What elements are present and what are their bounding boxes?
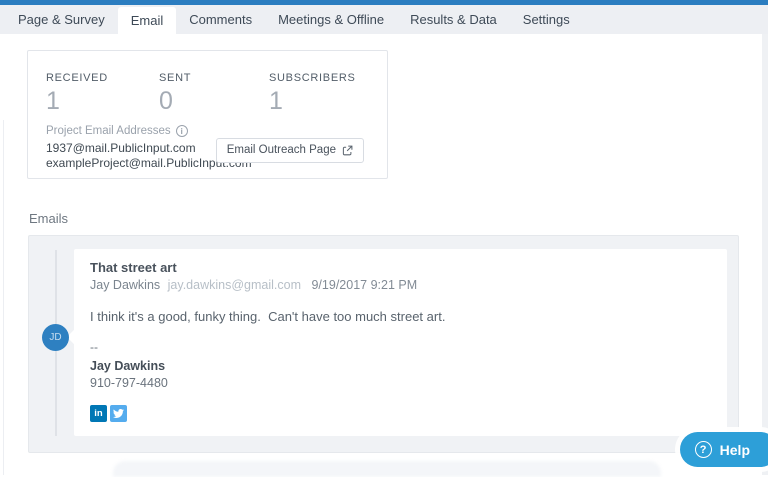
tab-page-survey[interactable]: Page & Survey — [5, 5, 118, 34]
stat-subscribers-label: SUBSCRIBERS — [269, 72, 356, 84]
twitter-icon[interactable] — [110, 405, 127, 422]
linkedin-icon[interactable]: in — [90, 405, 107, 422]
info-icon[interactable]: i — [175, 125, 188, 137]
signature-phone: 910-797-4480 — [90, 376, 168, 390]
email-timestamp: 9/19/2017 9:21 PM — [311, 278, 418, 292]
signature-social-links: in — [90, 405, 711, 422]
page-left-edge — [3, 120, 4, 475]
help-button[interactable]: ? Help — [679, 432, 768, 467]
stat-sent: SENT 0 — [159, 72, 269, 114]
stat-received-label: RECEIVED — [46, 72, 108, 84]
sender-name: Jay Dawkins — [90, 278, 161, 292]
sender-email: jay.dawkins@gmail.com — [167, 278, 301, 292]
stat-received-value: 1 — [46, 87, 60, 115]
stat-subscribers: SUBSCRIBERS 1 — [269, 72, 387, 114]
email-outreach-page-label: Email Outreach Page — [226, 144, 336, 156]
stat-sent-label: SENT — [159, 72, 192, 84]
stats-row: RECEIVED 1 SENT 0 SUBSCRIBERS 1 — [28, 51, 387, 114]
tab-meetings-offline[interactable]: Meetings & Offline — [265, 5, 397, 34]
tab-results-data[interactable]: Results & Data — [397, 5, 510, 34]
signature-divider: -- — [90, 340, 98, 354]
email-subject: That street art — [90, 260, 177, 275]
question-icon: ? — [694, 441, 712, 458]
avatar: JD — [42, 324, 69, 351]
signature-name: Jay Dawkins — [90, 359, 166, 373]
project-email-addresses-label: Project Email Addresses i — [46, 125, 252, 137]
page-right-edge — [762, 34, 768, 475]
email-from-line: Jay Dawkins jay.dawkins@gmail.com 9/19/2… — [90, 278, 711, 292]
external-link-icon — [342, 145, 353, 156]
tab-email[interactable]: Email — [117, 7, 177, 34]
email-body: I think it's a good, funky thing. Can't … — [90, 309, 446, 324]
stat-sent-value: 0 — [159, 87, 173, 115]
email-outreach-page-button[interactable]: Email Outreach Page — [215, 138, 364, 163]
help-button-label: Help — [719, 441, 750, 458]
stat-subscribers-value: 1 — [269, 87, 283, 115]
email-stats-card: RECEIVED 1 SENT 0 SUBSCRIBERS 1 Project … — [27, 50, 388, 179]
emails-list: JD That street art Jay Dawkins jay.dawki… — [28, 235, 739, 453]
emails-section-title: Emails — [29, 211, 69, 226]
tab-settings[interactable]: Settings — [510, 5, 583, 34]
stat-received: RECEIVED 1 — [46, 72, 159, 114]
tab-comments[interactable]: Comments — [176, 5, 265, 34]
project-email-addresses-text: Project Email Addresses — [46, 125, 171, 137]
tab-bar: Page & Survey Email Comments Meetings & … — [0, 5, 768, 34]
email-card: That street art Jay Dawkins jay.dawkins@… — [66, 249, 727, 436]
